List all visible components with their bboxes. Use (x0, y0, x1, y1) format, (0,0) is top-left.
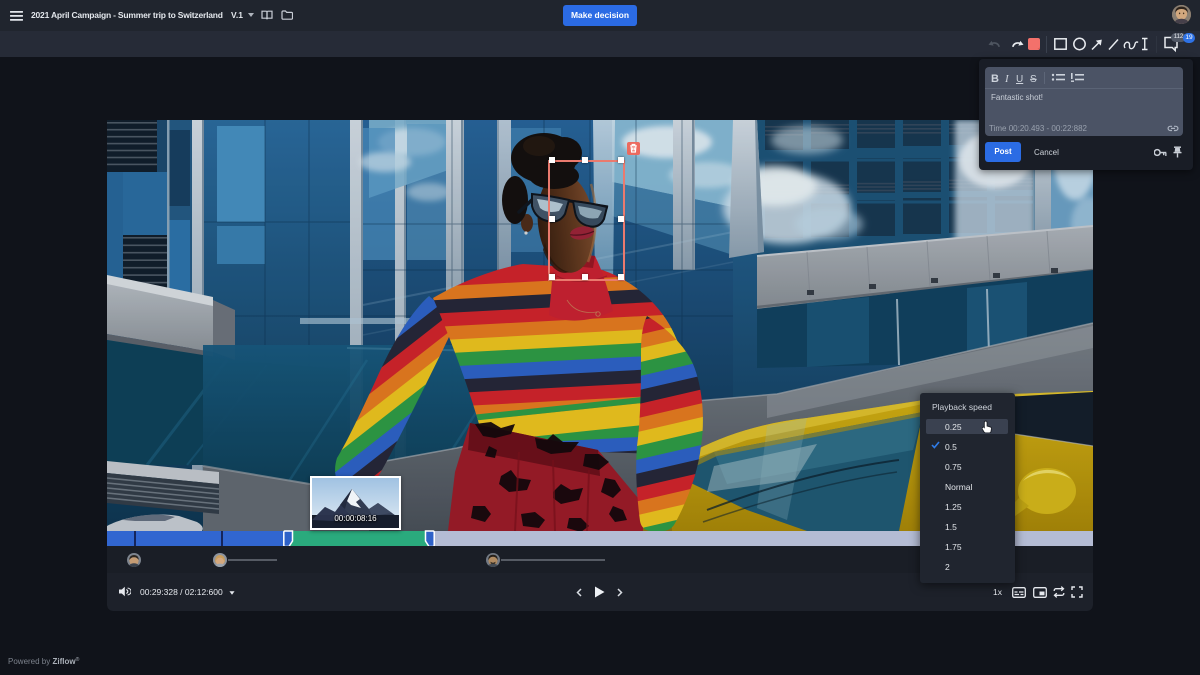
svg-text:B: B (991, 73, 999, 85)
svg-text:U: U (1016, 74, 1023, 85)
svg-text:S: S (1030, 74, 1037, 85)
svg-text:I: I (1004, 73, 1010, 85)
